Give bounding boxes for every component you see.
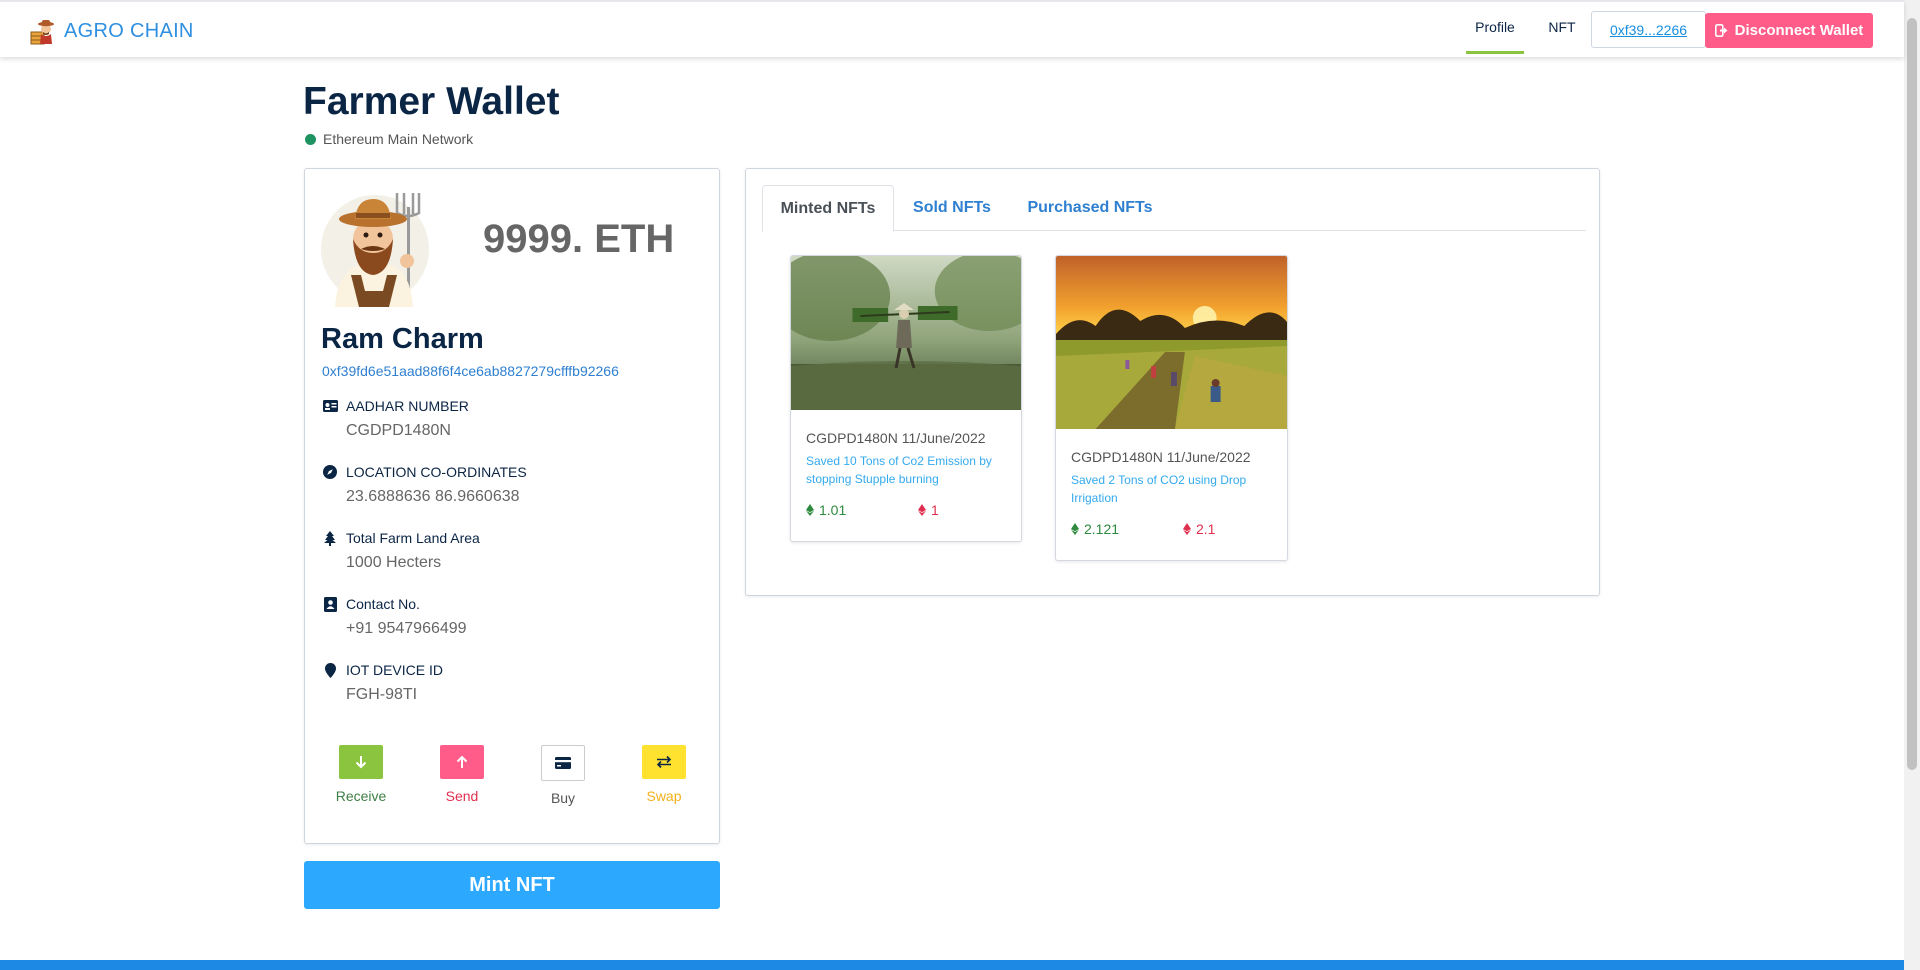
mint-nft-button[interactable]: Mint NFT [304, 861, 720, 909]
receive-label: Receive [335, 788, 387, 804]
sign-out-icon [1714, 24, 1729, 37]
location-row: LOCATION CO-ORDINATES 23.6888636 86.9660… [322, 464, 702, 506]
nft-description: Saved 2 Tons of CO2 using Drop Irrigatio… [1071, 473, 1247, 505]
nft-card[interactable]: CGDPD1480N 11/June/2022 Saved 2 Tons of … [1055, 255, 1288, 561]
disconnect-wallet-label: Disconnect Wallet [1734, 22, 1864, 39]
farmer-profile-card: 9999. ETH Ram Charm 0xf39fd6e51aad88f6f4… [304, 168, 720, 844]
location-value: 23.6888636 86.9660638 [346, 488, 520, 505]
eth-balance: 9999. ETH [483, 217, 675, 261]
aadhar-number-row: AADHAR NUMBER CGDPD1480N [322, 398, 702, 440]
ethereum-icon [1071, 523, 1079, 535]
wallet-address-button[interactable]: 0xf39...2266 [1591, 11, 1706, 48]
location-label: LOCATION CO-ORDINATES [346, 464, 527, 480]
disconnect-wallet-button[interactable]: Disconnect Wallet [1705, 13, 1873, 48]
wallet-actions: Receive Send Buy Swap [321, 745, 705, 815]
iot-device-row: IOT DEVICE ID FGH-98TI [322, 662, 702, 704]
farm-area-label: Total Farm Land Area [346, 530, 480, 546]
farmer-avatar [321, 193, 429, 307]
scrollbar-thumb[interactable] [1907, 18, 1917, 770]
nft-secondary-price: 1 [931, 502, 939, 518]
tree-icon [322, 530, 338, 546]
page-scrollbar[interactable] [1904, 0, 1920, 970]
aadhar-number-value: CGDPD1480N [346, 422, 451, 439]
nft-price: 1.01 [819, 502, 847, 518]
contact-label: Contact No. [346, 596, 420, 612]
arrow-up-icon [456, 755, 468, 768]
buy-button[interactable]: Buy [523, 745, 603, 806]
nft-panel: Minted NFTs Sold NFTs Purchased NFTs CGD… [745, 168, 1600, 596]
nft-meta: CGDPD1480N 11/June/2022 [806, 430, 986, 446]
nft-description: Saved 10 Tons of Co2 Emission by stoppin… [806, 454, 992, 486]
tab-purchased-nfts[interactable]: Purchased NFTs [1015, 185, 1165, 231]
contact-row: Contact No. +91 9547966499 [322, 596, 702, 638]
iot-device-label: IOT DEVICE ID [346, 662, 443, 678]
nft-image [1056, 256, 1287, 429]
compass-icon [322, 464, 338, 480]
network-status-dot-icon [305, 133, 316, 145]
footer-bar [0, 960, 1904, 970]
nav-nft-link[interactable]: NFT [1540, 0, 1584, 54]
send-label: Send [445, 788, 479, 804]
brand-name: AGRO CHAIN [64, 19, 194, 42]
farm-area-value: 1000 Hecters [346, 554, 442, 571]
farmer-name: Ram Charm [321, 323, 484, 355]
nft-card[interactable]: CGDPD1480N 11/June/2022 Saved 10 Tons of… [790, 255, 1022, 542]
aadhar-number-label: AADHAR NUMBER [346, 398, 469, 414]
contact-icon [322, 596, 338, 612]
nft-price: 2.121 [1084, 521, 1120, 537]
contact-value: +91 9547966499 [346, 620, 467, 637]
tab-sold-nfts[interactable]: Sold NFTs [902, 185, 1002, 231]
nav-profile-link[interactable]: Profile [1466, 0, 1524, 54]
wallet-address-link[interactable]: 0xf39fd6e51aad88f6f4ce6ab8827279cfffb922… [322, 363, 619, 379]
network-status: Ethereum Main Network [305, 131, 473, 147]
ethereum-icon [918, 504, 926, 516]
iot-device-value: FGH-98TI [346, 686, 418, 703]
nft-tabs: Minted NFTs Sold NFTs Purchased NFTs [762, 185, 1586, 232]
top-navbar: AGRO CHAIN Profile NFT 0xf39...2266 Disc… [0, 0, 1904, 57]
tab-minted-nfts[interactable]: Minted NFTs [762, 185, 894, 232]
buy-label: Buy [550, 790, 576, 806]
map-pin-icon [322, 662, 338, 678]
swap-button[interactable]: Swap [624, 745, 704, 804]
arrow-down-icon [355, 756, 367, 769]
swap-label: Swap [646, 788, 682, 804]
nft-meta: CGDPD1480N 11/June/2022 [1071, 449, 1251, 465]
credit-card-icon [555, 757, 571, 769]
page-title: Farmer Wallet [303, 80, 560, 123]
farmer-logo-icon [30, 20, 54, 45]
send-button[interactable]: Send [422, 745, 502, 804]
brand-link[interactable]: AGRO CHAIN [28, 16, 194, 46]
farm-area-row: Total Farm Land Area 1000 Hecters [322, 530, 702, 572]
network-name: Ethereum Main Network [323, 131, 474, 147]
ethereum-icon [1183, 523, 1191, 535]
swap-arrows-icon [656, 755, 672, 769]
ethereum-icon [806, 504, 814, 516]
nft-secondary-price: 2.1 [1196, 521, 1216, 537]
nft-image [791, 256, 1021, 410]
receive-button[interactable]: Receive [321, 745, 401, 804]
id-card-icon [322, 398, 338, 414]
